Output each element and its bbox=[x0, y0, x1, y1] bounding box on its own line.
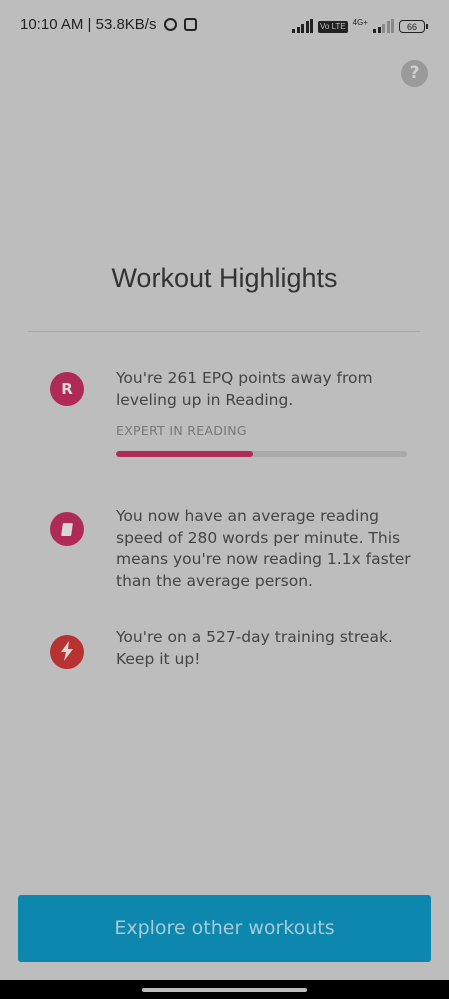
home-indicator[interactable] bbox=[142, 988, 307, 992]
reading-r-letter: R bbox=[61, 380, 73, 398]
battery-icon: 66 bbox=[399, 20, 428, 33]
book-icon bbox=[50, 512, 84, 546]
highlight-epq-text: You're 261 EPQ points away from leveling… bbox=[116, 369, 373, 409]
highlight-speed-text: You now have an average reading speed of… bbox=[116, 507, 411, 590]
signal-icon bbox=[292, 19, 313, 33]
instagram-icon bbox=[183, 18, 197, 31]
highlight-streak-text: You're on a 527-day training streak. Kee… bbox=[116, 628, 393, 668]
status-bar: 10:10 AM | 53.8KB/s Vo LTE 4G+ 66 bbox=[0, 0, 449, 50]
status-left: 10:10 AM | 53.8KB/s bbox=[20, 16, 197, 33]
lightning-glyph bbox=[61, 641, 73, 661]
status-time-speed: 10:10 AM | 53.8KB/s bbox=[20, 16, 157, 33]
explore-workouts-button[interactable]: Explore other workouts bbox=[18, 895, 431, 962]
help-button[interactable]: ? bbox=[401, 60, 428, 87]
signal-icon-secondary bbox=[373, 19, 394, 33]
navigation-bar bbox=[0, 980, 449, 999]
book-glyph bbox=[61, 523, 73, 536]
page-title: Workout Highlights bbox=[111, 263, 338, 293]
divider bbox=[28, 331, 420, 332]
whatsapp-icon bbox=[163, 18, 177, 31]
volte-badge: Vo LTE bbox=[318, 21, 348, 33]
status-right: Vo LTE 4G+ 66 bbox=[292, 17, 428, 33]
network-type: 4G+ bbox=[352, 18, 368, 27]
level-progress-fill bbox=[116, 451, 253, 457]
level-label: EXPERT IN READING bbox=[116, 423, 247, 438]
lightning-icon bbox=[50, 635, 84, 669]
level-progress-bar bbox=[116, 451, 407, 457]
reading-r-icon: R bbox=[50, 372, 84, 406]
